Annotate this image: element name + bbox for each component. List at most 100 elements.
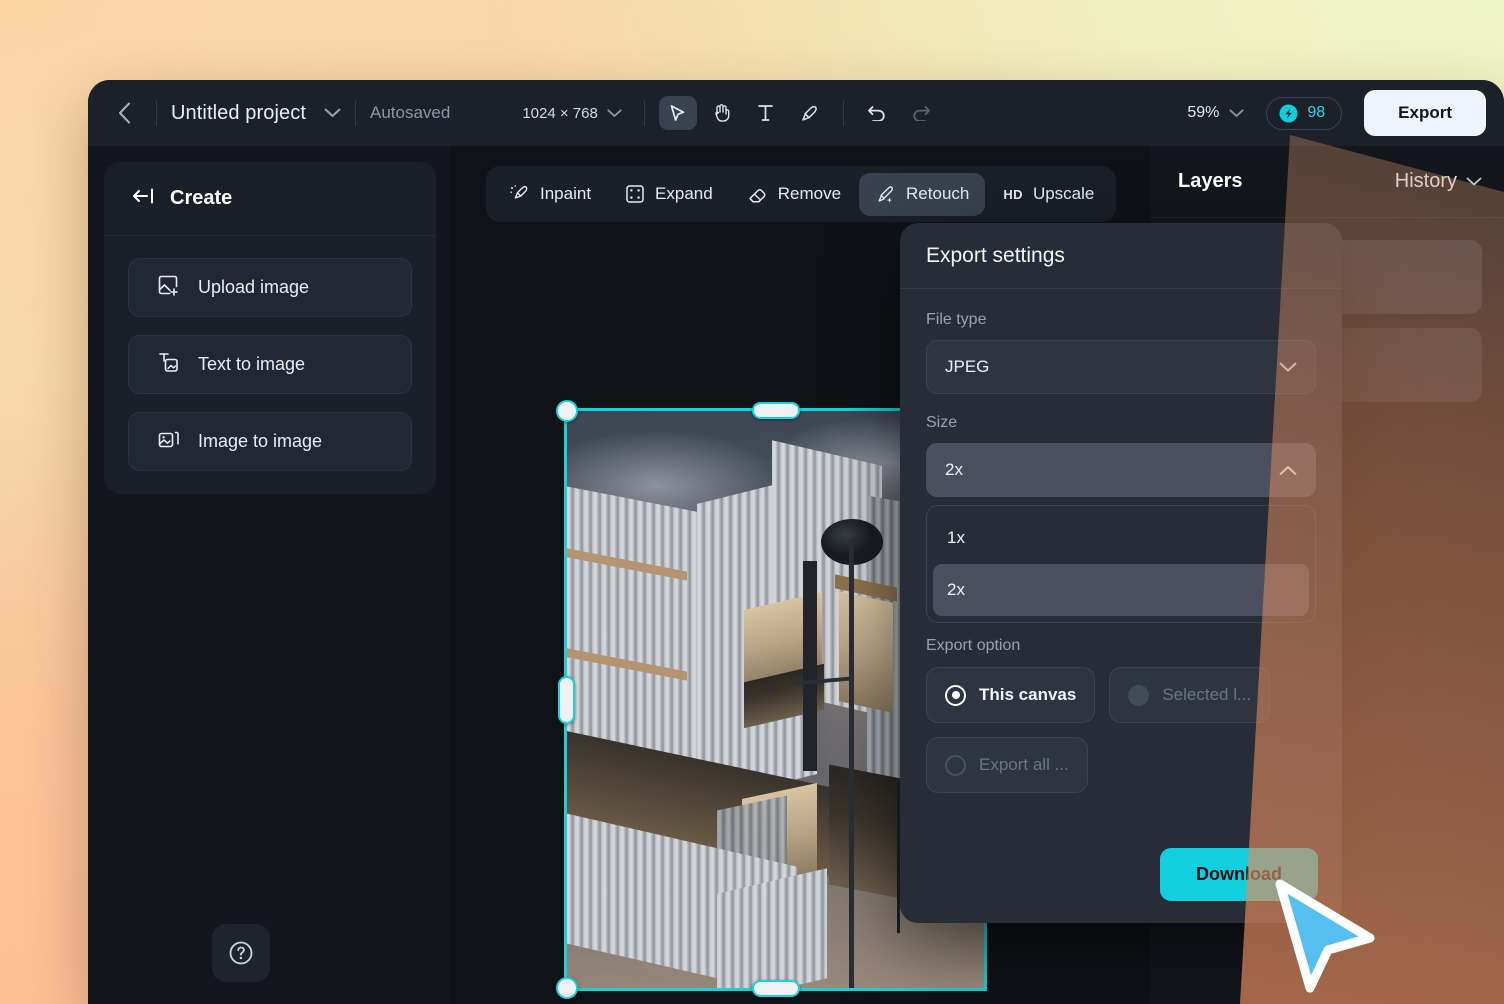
- export-option-selected-layer[interactable]: Selected l...: [1109, 667, 1271, 723]
- tab-history[interactable]: History: [1395, 170, 1482, 193]
- sidebar-item-label: Text to image: [198, 354, 306, 374]
- sidebar-item-label: Image to image: [198, 431, 323, 451]
- right-panel-tabs: Layers History: [1150, 146, 1504, 218]
- divider: [355, 100, 356, 126]
- create-options-list: Upload image Text to image Image to imag…: [104, 236, 436, 493]
- expand-frame-icon: [626, 185, 644, 203]
- handle-top-left[interactable]: [556, 400, 578, 422]
- autosaved-status: Autosaved: [370, 103, 451, 122]
- export-option-this-canvas[interactable]: This canvas: [926, 667, 1096, 723]
- export-option-export-all[interactable]: Export all ...: [926, 737, 1088, 793]
- export-option-row-2: Export all ...: [926, 737, 1316, 793]
- size-select[interactable]: 2x: [926, 443, 1316, 497]
- collapse-left-icon[interactable]: [132, 187, 156, 211]
- radio-unselected-icon: [945, 754, 966, 776]
- dimensions-chevron-down-icon[interactable]: [607, 108, 622, 118]
- handle-bottom-center[interactable]: [752, 980, 800, 997]
- size-option-1x[interactable]: 1x: [933, 512, 1309, 564]
- file-type-label: File type: [926, 311, 987, 328]
- tool-label: Inpaint: [540, 184, 592, 203]
- undo-arrow-icon: [867, 106, 885, 121]
- brush-icon: [802, 105, 818, 121]
- app-window: Untitled project Autosaved 1024 × 768 59…: [88, 80, 1504, 1004]
- create-panel: Create Upload image Text to image Image …: [104, 162, 436, 494]
- export-settings-dialog: Export settings File type JPEG Size 2x 1…: [900, 223, 1342, 923]
- export-option-label-text: Export all ...: [979, 755, 1069, 774]
- credits-count: 98: [1307, 104, 1326, 121]
- file-type-select[interactable]: JPEG: [926, 340, 1316, 394]
- radio-unselected-icon: [1128, 684, 1150, 706]
- redo-arrow-icon: [913, 106, 930, 121]
- zoom-control[interactable]: 59%: [1187, 104, 1244, 122]
- export-button[interactable]: Export: [1364, 90, 1486, 136]
- sidebar-item-upload-image[interactable]: Upload image: [128, 258, 412, 317]
- tool-remove[interactable]: Remove: [731, 173, 857, 216]
- tool-label: Expand: [655, 184, 713, 203]
- size-label: Size: [926, 414, 958, 431]
- download-button[interactable]: Download: [1160, 848, 1318, 901]
- redo-button[interactable]: [902, 96, 940, 130]
- sidebar-item-text-to-image[interactable]: Text to image: [128, 335, 412, 394]
- tool-inpaint[interactable]: Inpaint: [492, 172, 607, 216]
- export-option-row: This canvas Selected l...: [926, 667, 1316, 723]
- radio-selected-icon: [945, 684, 966, 706]
- corner-mullion: [803, 561, 817, 771]
- tab-history-label: History: [1394, 170, 1457, 192]
- brush-tool-button[interactable]: [791, 96, 829, 130]
- tool-upscale[interactable]: HD Upscale: [987, 173, 1110, 215]
- question-circle-icon: [229, 941, 253, 965]
- sparkle-wand-icon: [878, 185, 893, 203]
- download-button-wrap: Download: [1160, 848, 1318, 901]
- text-t-icon: [758, 105, 774, 121]
- select-tool-button[interactable]: [658, 96, 697, 130]
- credit-token-icon: [1279, 104, 1298, 122]
- sidebar-item-label: Upload image: [198, 277, 310, 297]
- image-plus-icon: [157, 274, 180, 302]
- header-tool-group: [658, 96, 940, 130]
- canvas-dimensions[interactable]: 1024 × 768: [522, 105, 598, 122]
- eraser-icon: [749, 188, 766, 203]
- zoom-level: 59%: [1187, 104, 1220, 121]
- back-button[interactable]: [106, 95, 142, 131]
- handle-bottom-left[interactable]: [556, 977, 578, 999]
- credits-badge[interactable]: 98: [1266, 96, 1343, 130]
- size-option-2x[interactable]: 2x: [933, 564, 1309, 616]
- hand-tool-button[interactable]: [703, 96, 741, 130]
- divider: [643, 100, 645, 126]
- cursor-arrow-icon: [670, 104, 685, 121]
- dialog-title: Export settings: [900, 223, 1342, 289]
- edit-toolbar: Inpaint Expand Remove Retouch HD Upscale: [486, 166, 1117, 222]
- dialog-body: File type JPEG Size 2x 1x 2x Export opti…: [900, 289, 1342, 829]
- tool-label: Retouch: [906, 184, 970, 203]
- text-tool-button[interactable]: [747, 96, 785, 130]
- window-bay: [839, 591, 893, 713]
- undo-button[interactable]: [858, 96, 896, 130]
- size-value: 2x: [945, 460, 963, 479]
- tool-expand[interactable]: Expand: [609, 173, 729, 215]
- handle-left-middle[interactable]: [558, 676, 575, 724]
- chevron-down-icon: [1279, 362, 1297, 372]
- help-button[interactable]: [212, 924, 270, 982]
- history-chevron-down-icon: [1466, 177, 1482, 185]
- zoom-chevron-down-icon[interactable]: [1229, 108, 1244, 118]
- size-options-dropdown: 1x 2x: [926, 505, 1316, 623]
- file-type-value: JPEG: [945, 357, 990, 376]
- hd-badge-icon: HD: [1003, 186, 1023, 202]
- image-stack-icon: [157, 428, 180, 456]
- divider: [156, 100, 157, 126]
- project-chevron-down-icon[interactable]: [324, 108, 341, 118]
- lamp-pole: [849, 539, 854, 988]
- sidebar-item-image-to-image[interactable]: Image to image: [128, 412, 412, 471]
- export-option-label-text: This canvas: [979, 685, 1077, 704]
- project-title[interactable]: Untitled project: [171, 102, 306, 125]
- chevron-up-icon: [1279, 465, 1297, 475]
- create-panel-header: Create: [104, 162, 436, 236]
- hand-icon: [715, 104, 730, 122]
- handle-top-center[interactable]: [752, 402, 800, 419]
- tool-label: Upscale: [1032, 184, 1095, 203]
- tool-label: Remove: [777, 184, 842, 203]
- export-option-label: Export option: [926, 637, 1021, 654]
- chevron-left-icon: [118, 102, 130, 124]
- tool-retouch[interactable]: Retouch: [859, 172, 986, 216]
- tab-layers[interactable]: Layers: [1178, 170, 1243, 193]
